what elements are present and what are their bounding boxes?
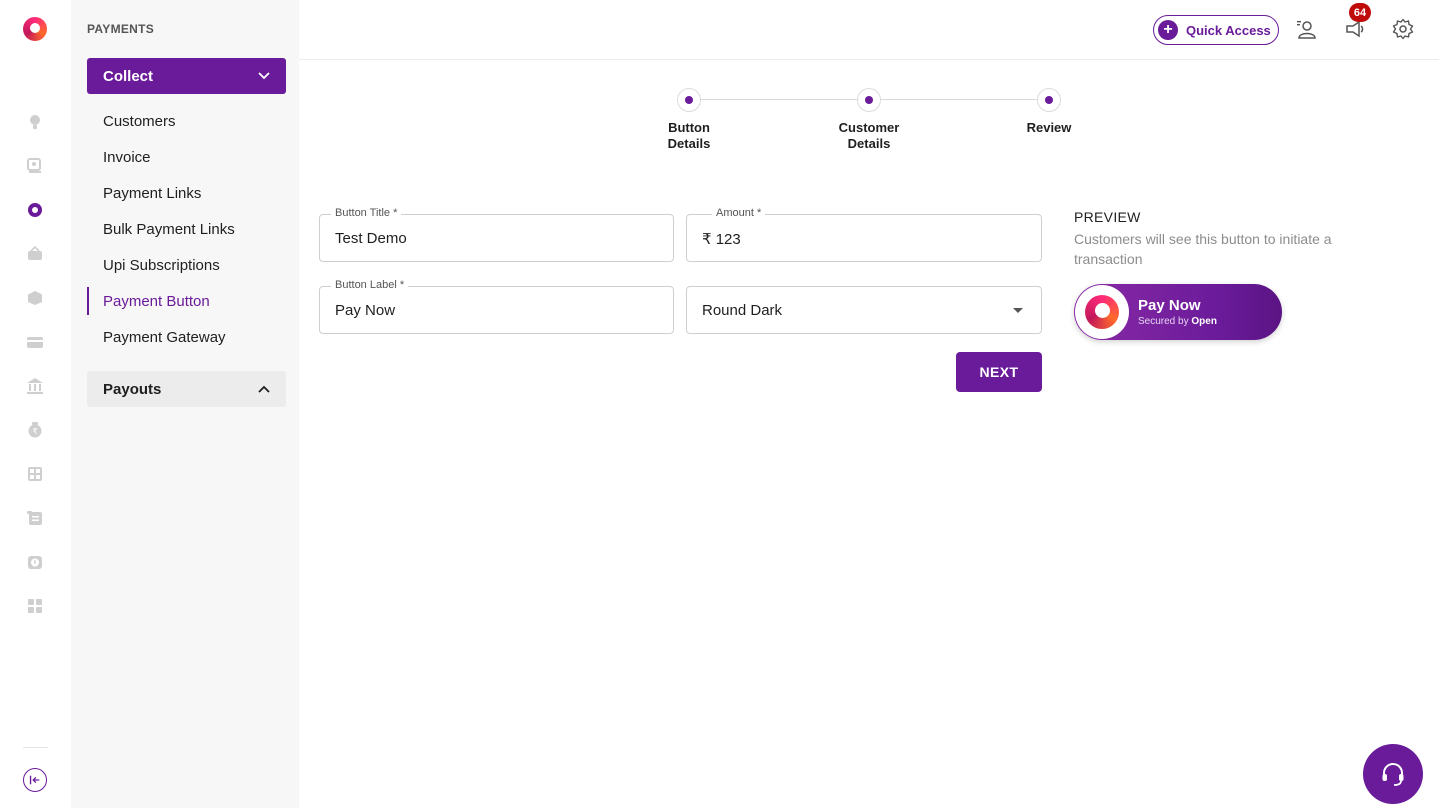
clock-rupee-icon[interactable] bbox=[26, 553, 44, 571]
user-list-icon[interactable] bbox=[1296, 18, 1318, 40]
rupee-bag-icon[interactable]: ₹ bbox=[26, 421, 44, 439]
secured-by-text: Secured by Open bbox=[1138, 316, 1217, 327]
step-dot-button-details bbox=[677, 88, 701, 112]
step-label-customer-details: Customer Details bbox=[819, 120, 919, 152]
headset-icon bbox=[1382, 762, 1404, 786]
brand-name: Open bbox=[1191, 316, 1217, 327]
bulb-icon[interactable] bbox=[26, 113, 44, 131]
sidebar-item-payment-gateway[interactable]: Payment Gateway bbox=[87, 323, 286, 351]
quick-access-label: Quick Access bbox=[1186, 22, 1271, 38]
amount-label: Amount * bbox=[712, 207, 766, 219]
pay-now-label: Pay Now bbox=[1138, 297, 1201, 314]
button-label-value: Pay Now bbox=[335, 302, 396, 319]
sidebar-section-title: PAYMENTS bbox=[87, 22, 155, 36]
quick-access-button[interactable]: + Quick Access bbox=[1153, 15, 1279, 45]
collect-group-header[interactable]: Collect bbox=[87, 58, 286, 94]
sidebar: PAYMENTS Collect Customers Invoice Payme… bbox=[71, 0, 299, 808]
top-bar: + Quick Access 64 bbox=[299, 0, 1439, 60]
svg-text:₹: ₹ bbox=[32, 427, 37, 436]
sidebar-item-bulk-payment-links[interactable]: Bulk Payment Links bbox=[87, 215, 286, 243]
button-label-field[interactable]: Button Label * Pay Now bbox=[319, 279, 674, 334]
gear-icon[interactable] bbox=[1392, 18, 1414, 40]
ledger-icon[interactable] bbox=[26, 509, 44, 527]
open-logo-icon[interactable] bbox=[23, 17, 47, 41]
step-dot-review bbox=[1037, 88, 1061, 112]
collapse-left-icon[interactable] bbox=[23, 768, 47, 792]
preview-title: PREVIEW bbox=[1074, 209, 1141, 225]
bank-icon[interactable] bbox=[26, 377, 44, 395]
next-button[interactable]: NEXT bbox=[956, 352, 1042, 392]
calculator-icon[interactable] bbox=[26, 465, 44, 483]
step-label-button-details: Button Details bbox=[639, 120, 739, 152]
icon-rail: ₹ bbox=[0, 0, 71, 808]
secured-by-label: Secured by bbox=[1138, 316, 1189, 327]
button-title-field[interactable]: Button Title * Test Demo bbox=[319, 207, 674, 262]
sidebar-item-customers[interactable]: Customers bbox=[87, 107, 286, 135]
sidebar-item-payment-button[interactable]: Payment Button bbox=[87, 287, 286, 315]
box-icon[interactable] bbox=[26, 289, 44, 307]
card-icon[interactable] bbox=[26, 333, 44, 351]
step-dot-customer-details bbox=[857, 88, 881, 112]
button-title-value: Test Demo bbox=[335, 230, 407, 247]
sidebar-item-payment-links[interactable]: Payment Links bbox=[87, 179, 286, 207]
preview-description: Customers will see this button to initia… bbox=[1074, 231, 1332, 267]
step-1-line2: Details bbox=[667, 136, 711, 151]
rail-divider bbox=[23, 747, 48, 748]
chevron-down-icon bbox=[258, 72, 270, 80]
search-user-icon[interactable] bbox=[26, 157, 44, 175]
pay-now-preview-button[interactable]: Pay Now Secured by Open bbox=[1074, 284, 1282, 340]
step-1-line1: Button bbox=[668, 120, 710, 135]
support-button[interactable] bbox=[1363, 744, 1423, 804]
step-2-line2: Details bbox=[847, 136, 891, 151]
step-label-review: Review bbox=[999, 120, 1099, 136]
step-3-line1: Review bbox=[1026, 120, 1072, 135]
button-title-label: Button Title * bbox=[331, 207, 402, 219]
dropdown-arrow-icon bbox=[1013, 308, 1023, 313]
plus-icon: + bbox=[1158, 20, 1178, 40]
amount-field[interactable]: Amount * ₹ 123 bbox=[686, 207, 1042, 262]
pay-logo-badge bbox=[1075, 285, 1129, 339]
collect-label: Collect bbox=[103, 67, 154, 85]
payouts-group-header[interactable]: Payouts bbox=[87, 371, 286, 407]
payments-icon[interactable] bbox=[26, 201, 44, 219]
button-label-label: Button Label * bbox=[331, 279, 409, 291]
step-2-line1: Customer bbox=[838, 120, 900, 135]
open-logo-icon bbox=[1085, 295, 1119, 329]
chevron-up-icon bbox=[258, 385, 270, 393]
basket-icon[interactable] bbox=[26, 245, 44, 263]
notification-badge: 64 bbox=[1349, 3, 1371, 22]
grid-icon[interactable] bbox=[26, 597, 44, 615]
amount-value: ₹ 123 bbox=[702, 231, 741, 248]
sidebar-item-upi-subscriptions[interactable]: Upi Subscriptions bbox=[87, 251, 286, 279]
theme-select[interactable]: Round Dark bbox=[686, 286, 1042, 334]
sidebar-item-invoice[interactable]: Invoice bbox=[87, 143, 286, 171]
theme-select-value: Round Dark bbox=[702, 302, 783, 319]
payouts-label: Payouts bbox=[103, 380, 162, 398]
